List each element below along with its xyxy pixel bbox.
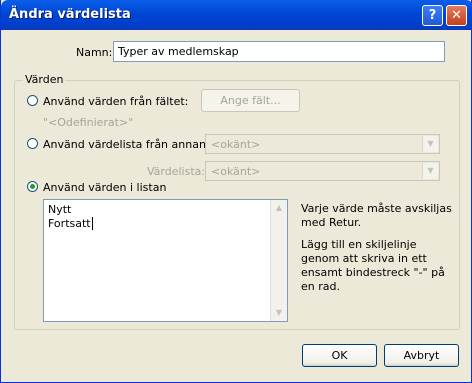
radio-use-list-label[interactable]: Använd värden i listan	[43, 181, 166, 194]
radio-selected-dot	[30, 184, 35, 189]
name-input[interactable]: Typer av medlemskap	[113, 41, 445, 62]
cancel-button-label: Avbryt	[403, 349, 440, 362]
ok-button-label: OK	[331, 349, 348, 362]
radio-use-file[interactable]	[27, 138, 38, 149]
note-return-separator: Varje värde måste avskiljas med Retur.	[301, 202, 452, 229]
title-bar[interactable]: Ändra värdelista ? ✕	[1, 0, 472, 30]
value-list-select[interactable]: <okänt> ▼	[205, 161, 440, 181]
chevron-down-icon[interactable]: ▼	[422, 163, 438, 179]
chevron-down-icon[interactable]: ▼	[422, 136, 438, 152]
radio-use-field-label[interactable]: Använd värden från fältet:	[43, 95, 188, 108]
close-icon: ✕	[451, 8, 462, 23]
file-select-value: <okänt>	[211, 138, 261, 151]
cancel-button[interactable]: Avbryt	[384, 344, 459, 367]
name-input-value: Typer av medlemskap	[118, 45, 239, 58]
close-button[interactable]: ✕	[446, 5, 467, 26]
radio-use-list[interactable]	[27, 181, 38, 192]
values-group-label: Värden	[23, 73, 66, 86]
list-text: Nytt Fortsatt	[48, 203, 93, 231]
note-divider-line: Lägg till en skiljelinje genom att skriv…	[301, 238, 445, 293]
help-button[interactable]: ?	[422, 5, 443, 26]
list-line: Fortsatt	[48, 217, 93, 230]
radio-use-field[interactable]	[27, 95, 38, 106]
radio-use-file-label[interactable]: Använd värdelista från annan fil:	[43, 138, 223, 151]
specify-field-button-label: Ange fält...	[220, 94, 281, 107]
ok-button[interactable]: OK	[302, 344, 377, 367]
name-label: Namn:	[76, 46, 113, 59]
text-caret	[91, 217, 93, 230]
value-list-textarea[interactable]: Nytt Fortsatt ▲ ▼	[43, 199, 288, 322]
textarea-scrollbar[interactable]: ▲ ▼	[270, 200, 287, 321]
help-icon: ?	[428, 8, 437, 23]
undefined-field-text: "<Odefinierat>"	[43, 116, 134, 129]
value-list-label: Värdelista:	[147, 165, 206, 178]
scroll-down-icon[interactable]: ▼	[271, 305, 287, 321]
value-list-select-value: <okänt>	[211, 165, 261, 178]
list-line: Nytt	[48, 203, 72, 216]
scroll-up-icon[interactable]: ▲	[271, 200, 287, 216]
file-select[interactable]: <okänt> ▼	[205, 134, 440, 154]
specify-field-button[interactable]: Ange fält...	[201, 89, 300, 112]
window-title: Ändra värdelista	[9, 7, 131, 22]
dialog-window: Ändra värdelista ? ✕ Namn: Typer av medl…	[0, 0, 472, 383]
